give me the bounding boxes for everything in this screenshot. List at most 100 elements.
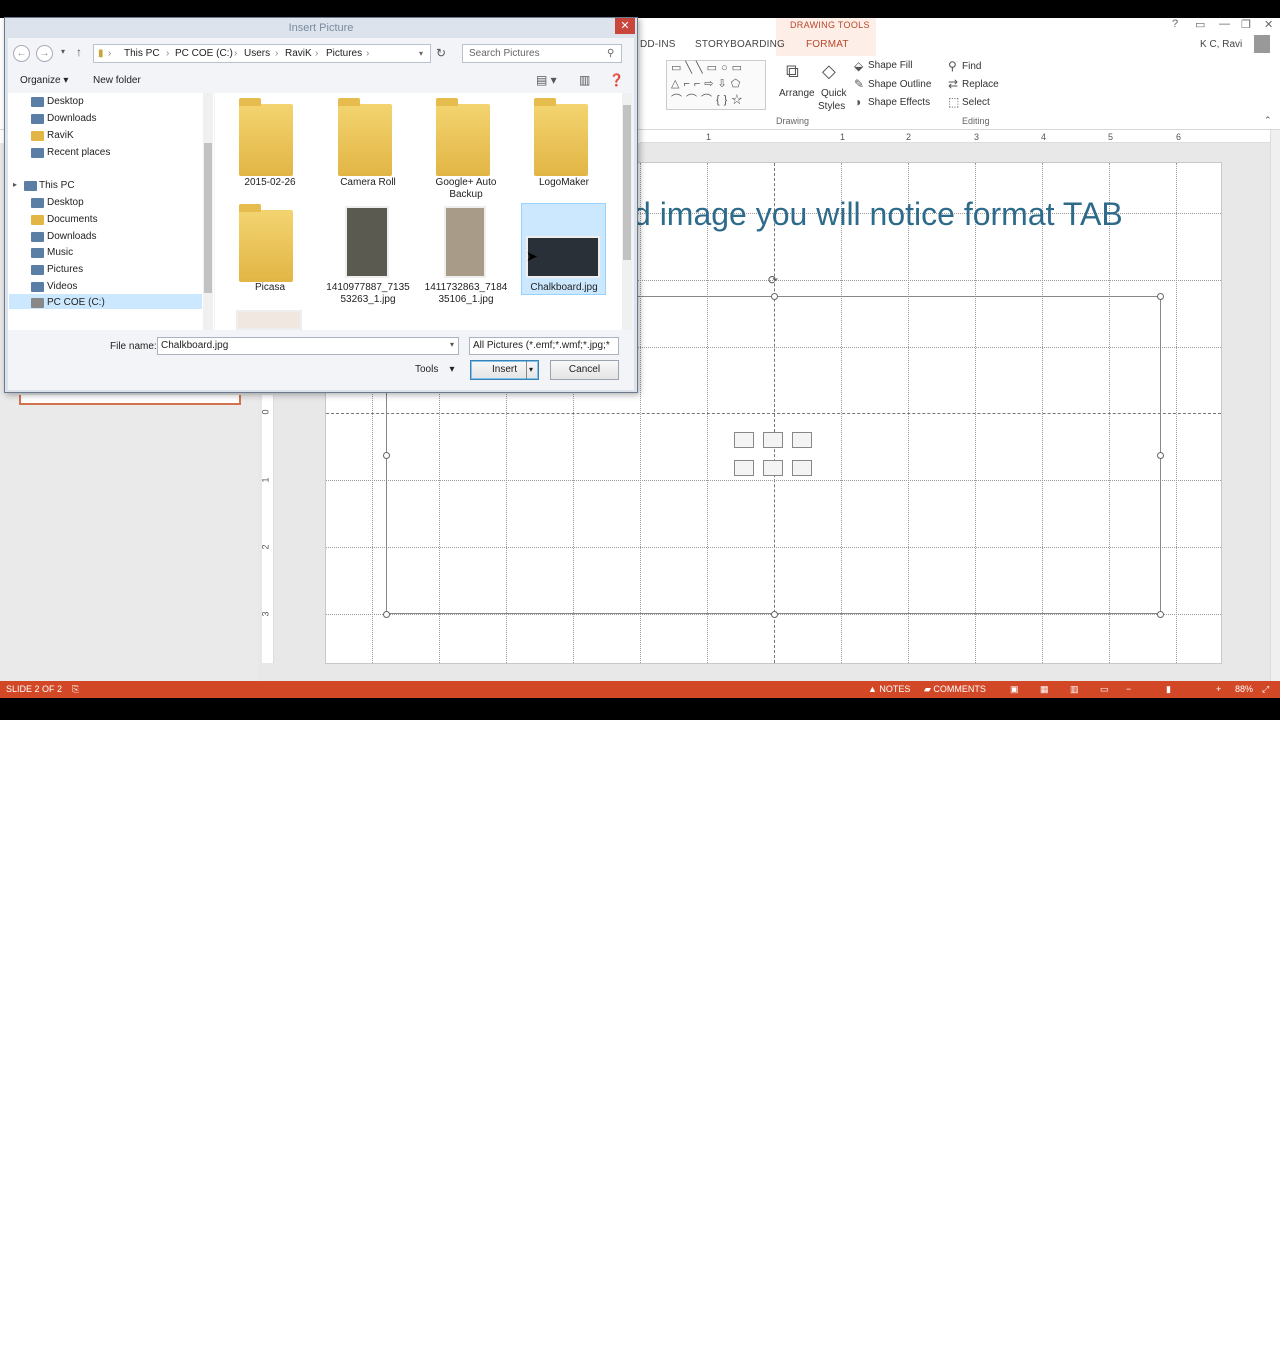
file-item-chalkboard[interactable]: Chalkboard.jpg (522, 282, 606, 294)
arrange-button[interactable]: Arrange (779, 88, 815, 99)
file-item-picasa[interactable]: Picasa (228, 282, 312, 294)
vertical-scrollbar[interactable] (1270, 130, 1280, 681)
chevron-down-icon[interactable]: ▾ (450, 340, 454, 349)
tools-button[interactable]: Tools ▾ (415, 364, 455, 375)
select-button[interactable]: Select (962, 97, 990, 108)
file-view-scrollbar[interactable] (622, 93, 632, 330)
dialog-close-icon[interactable]: ✕ (615, 18, 635, 34)
insert-chart-icon[interactable] (763, 432, 783, 448)
collapse-ribbon-icon[interactable]: ⌃ (1264, 116, 1272, 125)
nav-item-music[interactable]: Music (47, 247, 73, 258)
close-window-icon[interactable]: ✕ (1264, 18, 1273, 31)
folder-icon[interactable] (534, 98, 588, 176)
replace-button[interactable]: Replace (962, 79, 999, 90)
nav-item-desktop[interactable]: Desktop (47, 96, 84, 107)
help-icon[interactable]: ? (1172, 18, 1178, 30)
view-options-icon[interactable]: ▤ ▾ (536, 74, 557, 86)
normal-view-icon[interactable]: ▣ (1010, 684, 1019, 695)
file-item-google-backup[interactable]: Google+ Auto Backup (424, 177, 508, 201)
reading-view-icon[interactable]: ▥ (1070, 684, 1079, 695)
insert-smartart-icon[interactable] (792, 432, 812, 448)
breadcrumb[interactable]: ▮ › This PC › PC COE (C:) › Users › Ravi… (93, 44, 431, 63)
folder-icon[interactable] (239, 204, 293, 282)
tab-add-ins[interactable]: DD-INS (640, 39, 676, 50)
slideshow-icon[interactable]: ▭ (1100, 684, 1109, 695)
nav-item-downloads[interactable]: Downloads (47, 113, 96, 124)
new-folder-button[interactable]: New folder (93, 75, 141, 86)
up-icon[interactable]: ↑ (76, 46, 82, 58)
scroll-thumb[interactable] (204, 143, 212, 293)
preview-pane-icon[interactable]: ▥ (579, 74, 590, 86)
breadcrumb-users[interactable]: Users (244, 48, 270, 59)
shapes-gallery[interactable]: ▭╲╲▭○▭ △⌐⌐⇨⇩⬠ ⌒⌒⌒{}☆ (666, 60, 766, 110)
quick-styles-label-1[interactable]: Quick (821, 88, 847, 99)
photo-thumbnail[interactable] (444, 206, 486, 278)
breadcrumb-pictures[interactable]: Pictures (326, 48, 362, 59)
insert-picture-icon[interactable] (734, 460, 754, 476)
help-icon[interactable]: ❓ (609, 74, 624, 86)
zoom-in-icon[interactable]: + (1216, 684, 1221, 694)
slide-sorter-icon[interactable]: ▦ (1040, 684, 1049, 695)
zoom-thumb[interactable]: ▮ (1166, 684, 1171, 695)
shape-effects-button[interactable]: Shape Effects (868, 97, 930, 108)
expand-icon[interactable]: ▸ (13, 181, 17, 189)
nav-item-pictures[interactable]: Pictures (47, 264, 83, 275)
cancel-button[interactable]: Cancel (550, 360, 619, 380)
resize-handle[interactable] (1157, 611, 1164, 618)
file-item-logomaker[interactable]: LogoMaker (522, 177, 606, 189)
recent-locations-icon[interactable]: ▾ (61, 48, 65, 56)
insert-video-icon[interactable] (792, 460, 812, 476)
minimize-icon[interactable]: — (1219, 18, 1230, 30)
shape-outline-button[interactable]: Shape Outline (868, 79, 931, 90)
photo-thumbnail-partial[interactable] (236, 310, 302, 330)
nav-item-downloads-2[interactable]: Downloads (47, 231, 96, 242)
avatar[interactable] (1254, 35, 1270, 53)
rotate-handle-icon[interactable]: ⟳ (768, 274, 778, 286)
tab-format[interactable]: FORMAT (806, 39, 849, 50)
refresh-icon[interactable]: ↻ (436, 47, 446, 59)
slide-title[interactable]: d image you will notice format TAB (633, 196, 1123, 233)
nav-item-this-pc[interactable]: This PC (39, 180, 75, 191)
find-button[interactable]: Find (962, 61, 981, 72)
spellcheck-icon[interactable]: ⎘ (72, 684, 79, 695)
organize-button[interactable]: Organize ▾ (20, 75, 68, 86)
user-name[interactable]: K C, Ravi (1200, 39, 1242, 50)
insert-button[interactable]: Insert ▾ (470, 360, 539, 380)
notes-button[interactable]: ▲ NOTES (868, 684, 910, 694)
nav-scrollbar[interactable] (203, 93, 213, 330)
insert-table-icon[interactable] (734, 432, 754, 448)
ribbon-display-icon[interactable]: ▭ (1195, 18, 1205, 31)
nav-item-ravik[interactable]: RaviK (47, 130, 74, 141)
chevron-down-icon[interactable]: ▾ (529, 361, 533, 379)
folder-icon[interactable] (239, 98, 293, 176)
nav-item-recent-places[interactable]: Recent places (47, 147, 110, 158)
insert-online-picture-icon[interactable] (763, 460, 783, 476)
resize-handle[interactable] (383, 611, 390, 618)
nav-item-desktop-2[interactable]: Desktop (47, 197, 84, 208)
search-input[interactable]: Search Pictures ⚲ (462, 44, 622, 63)
folder-icon[interactable] (436, 98, 490, 176)
shape-fill-button[interactable]: Shape Fill (868, 60, 912, 71)
comments-button[interactable]: ▰ COMMENTS (924, 684, 986, 695)
file-type-select[interactable]: All Pictures (*.emf;*.wmf;*.jpg;* (469, 337, 619, 355)
photo-thumbnail[interactable] (345, 206, 389, 278)
forward-icon[interactable]: → (36, 45, 53, 62)
breadcrumb-pc-coe[interactable]: PC COE (C:) (175, 48, 233, 59)
breadcrumb-this-pc[interactable]: This PC (124, 48, 160, 59)
file-item-1411732863[interactable]: 1411732863_7184 35106_1.jpg (424, 282, 508, 306)
nav-item-pc-coe[interactable]: PC COE (C:) (47, 297, 105, 308)
file-item-2015-02-26[interactable]: 2015-02-26 (228, 177, 312, 189)
back-icon[interactable]: ← (13, 45, 30, 62)
resize-handle[interactable] (1157, 293, 1164, 300)
resize-handle[interactable] (771, 293, 778, 300)
resize-handle[interactable] (1157, 452, 1164, 459)
slide-thumbnail[interactable] (19, 395, 241, 405)
quick-styles-label-2[interactable]: Styles (818, 101, 845, 112)
file-item-camera-roll[interactable]: Camera Roll (326, 177, 410, 189)
tab-storyboarding[interactable]: STORYBOARDING (695, 39, 785, 50)
file-name-field[interactable]: Chalkboard.jpg ▾ (157, 337, 459, 355)
breadcrumb-ravik[interactable]: RaviK (285, 48, 312, 59)
file-item-1410977887[interactable]: 1410977887_7135 53263_1.jpg (326, 282, 410, 306)
zoom-level[interactable]: 88% (1235, 684, 1253, 694)
nav-item-documents[interactable]: Documents (47, 214, 98, 225)
